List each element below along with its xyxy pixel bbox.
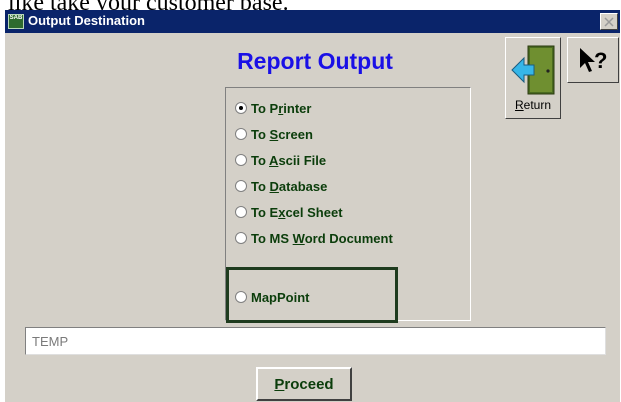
option-to-ms-word-document[interactable]: To MS Word Document [235, 228, 465, 248]
proceed-button[interactable]: Proceed [256, 367, 352, 401]
title-bar[interactable]: SAB Output Destination [5, 10, 620, 33]
option-label: To Ascii File [251, 152, 327, 168]
option-to-excel-sheet[interactable]: To Excel Sheet [235, 202, 465, 222]
svg-text:?: ? [594, 48, 607, 73]
option-to-printer[interactable]: To Printer [235, 98, 465, 118]
window-title: Output Destination [28, 13, 145, 28]
option-mappoint[interactable]: MapPoint [235, 287, 465, 307]
output-destination-dialog: SAB Output Destination Report Output Ret… [5, 10, 620, 402]
option-label: To Excel Sheet [251, 204, 343, 220]
option-label: To Screen [251, 126, 313, 142]
radio-screen[interactable] [235, 128, 247, 140]
radio-ms-word-document[interactable] [235, 232, 247, 244]
output-name-field[interactable] [25, 327, 606, 355]
option-to-ascii-file[interactable]: To Ascii File [235, 150, 465, 170]
option-label: To Printer [251, 100, 312, 116]
radio-ascii-file[interactable] [235, 154, 247, 166]
door-exit-icon [511, 45, 555, 95]
radio-database[interactable] [235, 180, 247, 192]
radio-selected-dot [239, 106, 243, 110]
help-button[interactable]: ? [567, 37, 619, 83]
return-label: Return [514, 98, 552, 112]
help-cursor-icon: ? [580, 48, 607, 73]
option-label: To MS Word Document [251, 230, 393, 246]
option-to-database[interactable]: To Database [235, 176, 465, 196]
return-button[interactable]: Return [505, 37, 561, 119]
option-to-screen[interactable]: To Screen [235, 124, 465, 144]
option-label: To Database [251, 178, 328, 194]
close-button[interactable] [600, 13, 618, 30]
radio-printer[interactable] [235, 102, 247, 114]
close-icon [604, 17, 614, 27]
report-output-heading: Report Output [237, 48, 393, 74]
radio-excel-sheet[interactable] [235, 206, 247, 218]
option-label: MapPoint [251, 289, 310, 305]
app-icon: SAB [8, 14, 24, 29]
radio-mappoint[interactable] [235, 291, 247, 303]
